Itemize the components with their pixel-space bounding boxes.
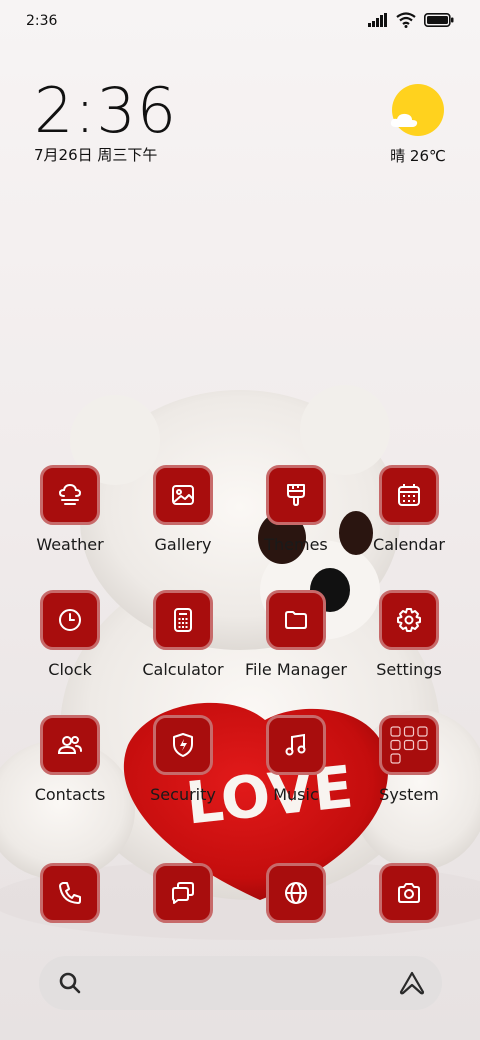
- app-weather[interactable]: Weather: [15, 465, 125, 554]
- app-themes[interactable]: Themes: [241, 465, 351, 554]
- app-contacts[interactable]: Contacts: [15, 715, 125, 804]
- cloud-icon: [390, 113, 418, 127]
- app-label: Clock: [48, 660, 92, 679]
- app-system-folder[interactable]: System: [354, 715, 464, 804]
- assistant-icon[interactable]: [398, 970, 426, 996]
- app-label: File Manager: [245, 660, 347, 679]
- widget-time: 2:36: [34, 74, 178, 147]
- app-gallery[interactable]: Gallery: [128, 465, 238, 554]
- weather-icon: [58, 483, 82, 505]
- signal-icon: [368, 13, 387, 27]
- dock-camera[interactable]: [354, 863, 464, 923]
- status-icons: [368, 12, 454, 28]
- app-label: System: [379, 785, 439, 804]
- clock-widget[interactable]: 2:36 7月26日 周三下午: [34, 80, 177, 165]
- app-label: Security: [150, 785, 216, 804]
- clock-icon: [59, 609, 81, 631]
- status-bar: 2:36: [0, 0, 480, 44]
- themes-icon: [287, 484, 305, 506]
- app-label: Themes: [264, 535, 328, 554]
- gear-icon: [397, 608, 421, 632]
- app-label: Settings: [376, 660, 442, 679]
- wifi-icon: [396, 12, 416, 28]
- contacts-icon: [57, 736, 82, 754]
- gallery-icon: [172, 485, 194, 505]
- app-clock[interactable]: Clock: [15, 590, 125, 679]
- app-file-manager[interactable]: File Manager: [241, 590, 351, 679]
- weather-condition: 晴: [390, 147, 406, 165]
- widget-date: 7月26日 周三下午: [34, 146, 158, 164]
- folder-icon: [285, 611, 307, 629]
- search-icon[interactable]: [57, 970, 83, 996]
- status-time: 2:36: [26, 13, 58, 29]
- app-label: Calendar: [373, 535, 445, 554]
- app-label: Gallery: [154, 535, 212, 554]
- dock-browser[interactable]: [241, 863, 351, 923]
- calendar-icon: [398, 484, 420, 506]
- browser-icon: [285, 882, 307, 904]
- app-label: Weather: [36, 535, 104, 554]
- app-label: Contacts: [34, 785, 106, 804]
- folder-grid-icon: [390, 726, 428, 764]
- calculator-icon: [174, 608, 192, 632]
- app-label: Calculator: [142, 660, 224, 679]
- app-calculator[interactable]: Calculator: [128, 590, 238, 679]
- dock-messages[interactable]: [128, 863, 238, 923]
- app-calendar[interactable]: Calendar: [354, 465, 464, 554]
- app-security[interactable]: Security: [128, 715, 238, 804]
- battery-icon: [424, 13, 454, 27]
- sun-icon: [392, 84, 444, 136]
- dock-phone[interactable]: [15, 863, 125, 923]
- music-icon: [285, 733, 306, 756]
- app-music[interactable]: Music: [241, 715, 351, 804]
- weather-temp: 晴 26℃: [380, 145, 456, 166]
- search-bar[interactable]: [39, 956, 442, 1010]
- camera-icon: [398, 883, 420, 903]
- phone-icon: [59, 882, 81, 904]
- messages-icon: [172, 882, 194, 904]
- shield-icon: [173, 733, 193, 757]
- app-label: Music: [273, 785, 319, 804]
- app-settings[interactable]: Settings: [354, 590, 464, 679]
- weather-temperature: 26℃: [409, 147, 446, 165]
